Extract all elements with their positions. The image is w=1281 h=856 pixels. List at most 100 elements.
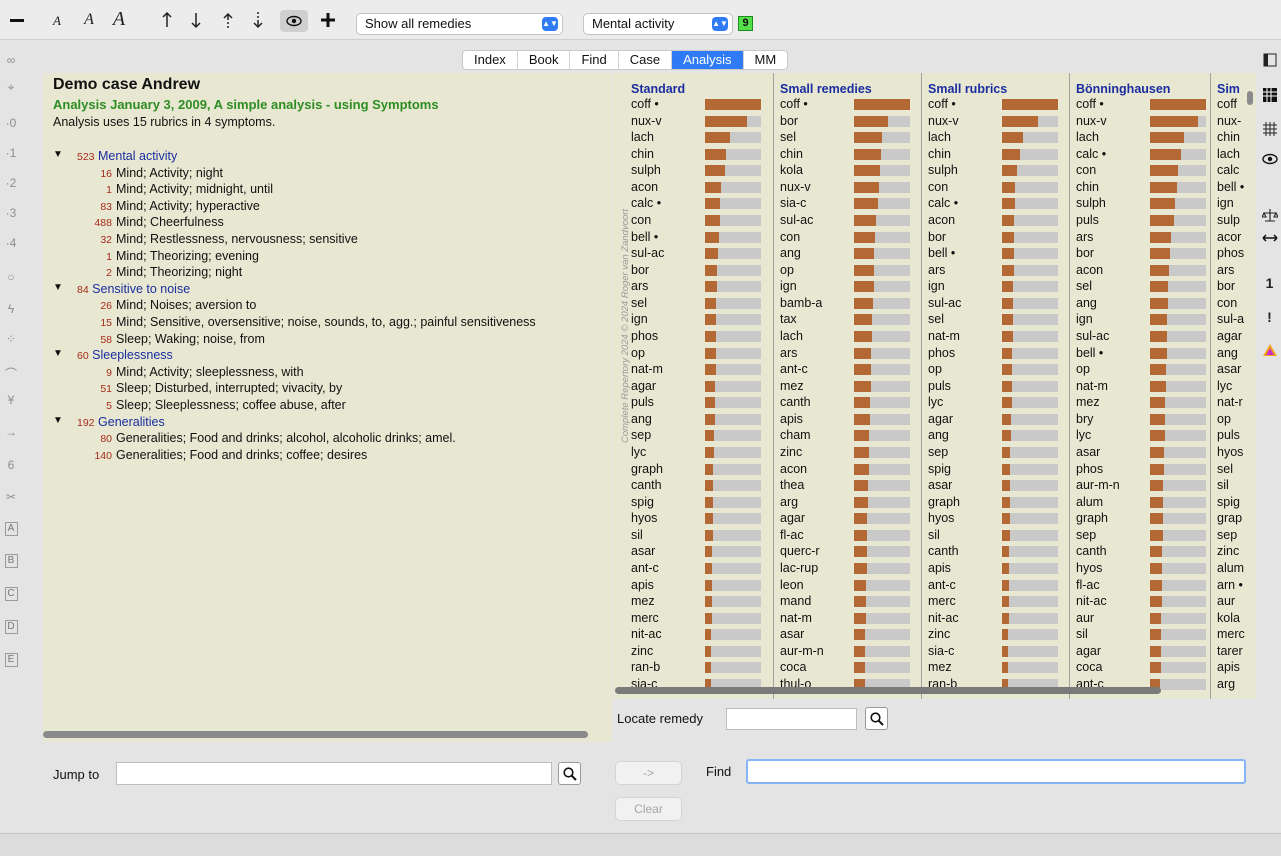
remedy-name[interactable]: op xyxy=(780,263,794,279)
remedy-name[interactable]: phos xyxy=(1076,462,1103,478)
remedy-name[interactable]: sil xyxy=(928,528,940,544)
clipboard-e-button[interactable]: E xyxy=(0,651,22,667)
weight-4-icon[interactable]: ·4 xyxy=(0,236,22,250)
filter-count-badge[interactable]: 9 xyxy=(738,16,753,31)
remedy-name[interactable]: nat-r xyxy=(1217,395,1243,411)
remedy-name[interactable]: coff • xyxy=(780,97,808,113)
remedy-name[interactable]: agar xyxy=(780,511,805,527)
rubric-row[interactable]: 16 Mind; Activity; night xyxy=(78,166,223,182)
remedy-name[interactable]: spig xyxy=(1217,495,1240,511)
remedy-name[interactable]: ign xyxy=(1076,312,1093,328)
exclamation-icon[interactable]: ! xyxy=(1258,309,1281,325)
scissors-icon[interactable]: ✂ xyxy=(0,490,22,504)
remedy-name[interactable]: hyos xyxy=(631,511,657,527)
remedy-name[interactable]: mez xyxy=(928,660,952,676)
remedy-name[interactable]: bor xyxy=(631,263,649,279)
grid-icon[interactable] xyxy=(1258,87,1281,106)
column-title[interactable]: Small remedies xyxy=(780,82,872,96)
balance-icon[interactable] xyxy=(1258,207,1281,226)
tab-mm[interactable]: MM xyxy=(744,51,788,69)
rubric-row[interactable]: 32 Mind; Restlessness, nervousness; sensi… xyxy=(78,232,357,248)
remedy-name[interactable]: chin xyxy=(631,147,654,163)
remedy-name[interactable]: con xyxy=(631,213,651,229)
add-icon[interactable] xyxy=(318,10,338,30)
remedy-name[interactable]: agar xyxy=(631,379,656,395)
remedy-name[interactable]: zinc xyxy=(928,627,950,643)
remedy-name[interactable]: sul-ac xyxy=(928,296,961,312)
remedy-name[interactable]: calc • xyxy=(1076,147,1106,163)
remedy-name[interactable]: con xyxy=(928,180,948,196)
remedy-name[interactable]: asar xyxy=(928,478,952,494)
remedy-name[interactable]: phos xyxy=(1217,246,1244,262)
remedy-name[interactable]: bell • xyxy=(631,230,658,246)
remedy-name[interactable]: hyos xyxy=(1217,445,1243,461)
remedy-name[interactable]: ign xyxy=(631,312,648,328)
remedy-name[interactable]: chin xyxy=(780,147,803,163)
remedy-name[interactable]: ant-c xyxy=(780,362,808,378)
remedy-name[interactable]: sil xyxy=(1076,627,1088,643)
remedy-name[interactable]: lach xyxy=(1076,130,1099,146)
remedy-name[interactable]: bor xyxy=(1217,279,1235,295)
remedy-name[interactable]: aur-m-n xyxy=(780,644,824,660)
remedy-name[interactable]: mez xyxy=(631,594,655,610)
remedy-name[interactable]: op xyxy=(1076,362,1090,378)
rubric-row[interactable]: 2 Mind; Theorizing; night xyxy=(78,265,242,281)
rubric-row[interactable]: 9 Mind; Activity; sleeplessness, with xyxy=(78,365,303,381)
remedy-name[interactable]: chin xyxy=(928,147,951,163)
remedy-name[interactable]: canth xyxy=(780,395,811,411)
clipboard-d-button[interactable]: D xyxy=(0,618,22,634)
remedy-name[interactable]: bell • xyxy=(928,246,955,262)
column-title[interactable]: Standard xyxy=(631,82,685,96)
remedy-name[interactable]: sulph xyxy=(1076,196,1106,212)
rubric-row[interactable]: 83 Mind; Activity; hyperactive xyxy=(78,199,260,215)
remedy-name[interactable]: bor xyxy=(1076,246,1094,262)
arrows-horizontal-icon[interactable] xyxy=(1258,231,1281,246)
remedy-name[interactable]: asar xyxy=(780,627,804,643)
remedy-name[interactable]: acon xyxy=(631,180,658,196)
find-input[interactable] xyxy=(746,759,1246,784)
remedy-name[interactable]: kola xyxy=(1217,611,1240,627)
remedy-name[interactable]: coff • xyxy=(928,97,956,113)
jump-search-button[interactable] xyxy=(558,762,581,785)
remedy-name[interactable]: ang xyxy=(631,412,652,428)
remedy-name[interactable]: lach xyxy=(928,130,951,146)
remedy-name[interactable]: canth xyxy=(1076,544,1107,560)
hatched-grid-icon[interactable] xyxy=(1258,121,1281,140)
remedy-name[interactable]: lyc xyxy=(928,395,943,411)
remedy-name[interactable]: lach xyxy=(631,130,654,146)
eye-icon[interactable] xyxy=(1258,153,1281,168)
remedy-name[interactable]: nux- xyxy=(1217,114,1241,130)
remedy-name[interactable]: sul-a xyxy=(1217,312,1244,328)
remedy-name[interactable]: agar xyxy=(1217,329,1242,345)
remedy-name[interactable]: arg xyxy=(780,495,798,511)
column-title[interactable]: Bönninghausen xyxy=(1076,82,1170,96)
remedy-name[interactable]: nux-v xyxy=(1076,114,1107,130)
remedy-name[interactable]: coff • xyxy=(1076,97,1104,113)
remedy-name[interactable]: aur-m-n xyxy=(1076,478,1120,494)
rubric-row[interactable]: 58 Sleep; Waking; noise, from xyxy=(78,332,265,348)
remedy-name[interactable]: sia-c xyxy=(780,196,806,212)
remedy-name[interactable]: puls xyxy=(1076,213,1099,229)
remedy-name[interactable]: con xyxy=(780,230,800,246)
remedy-name[interactable]: coca xyxy=(1076,660,1102,676)
arrow-down-dotted-icon[interactable] xyxy=(250,10,266,30)
remedy-name[interactable]: graph xyxy=(1076,511,1108,527)
remedy-name[interactable]: op xyxy=(1217,412,1231,428)
symptom-row[interactable]: ▼ 192 Generalities xyxy=(53,415,165,431)
remedy-name[interactable]: graph xyxy=(928,495,960,511)
remedy-name[interactable]: calc xyxy=(1217,163,1239,179)
remedy-name[interactable]: hyos xyxy=(928,511,954,527)
remedy-name[interactable]: sulp xyxy=(1217,213,1240,229)
remedy-name[interactable]: agar xyxy=(928,412,953,428)
remedy-name[interactable]: sep xyxy=(631,428,651,444)
rubric-row[interactable]: 488 Mind; Cheerfulness xyxy=(78,215,223,231)
font-large-icon[interactable]: A xyxy=(109,7,129,31)
remedy-name[interactable]: leon xyxy=(780,578,804,594)
rubric-row[interactable]: 140 Generalities; Food and drinks; coffee… xyxy=(78,448,367,464)
remedy-name[interactable]: ars xyxy=(1217,263,1234,279)
remedy-name[interactable]: merc xyxy=(928,594,956,610)
remedy-name[interactable]: ign xyxy=(780,279,797,295)
remedy-name[interactable]: nux-v xyxy=(928,114,959,130)
remedy-name[interactable]: op xyxy=(928,362,942,378)
remedy-name[interactable]: acon xyxy=(780,462,807,478)
